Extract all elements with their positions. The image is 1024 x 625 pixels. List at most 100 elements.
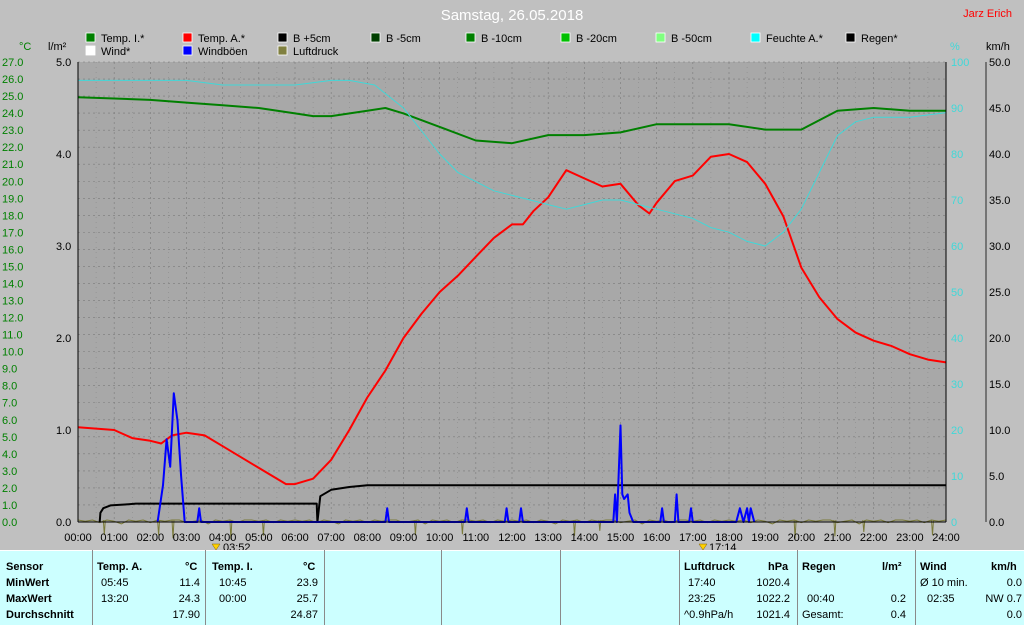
sunrise-time: 03:52 xyxy=(223,542,251,550)
temp-tick-label: 18.0 xyxy=(2,210,23,222)
statistics-table: Sensor MinWert MaxWert Durchschnitt Temp… xyxy=(0,550,1024,625)
legend-label: B -20cm xyxy=(576,33,617,45)
legend-label: Regen* xyxy=(861,33,898,45)
x-tick-label: 24:00 xyxy=(932,532,960,544)
temp-tick-label: 21.0 xyxy=(2,159,23,171)
x-tick-label: 03:00 xyxy=(173,532,201,544)
wind-tick-label: 30.0 xyxy=(989,241,1010,253)
wind-tick-label: 15.0 xyxy=(989,379,1010,391)
temp-tick-label: 9.0 xyxy=(2,364,17,376)
x-tick-label: 00:00 xyxy=(64,532,92,544)
x-tick-label: 08:00 xyxy=(354,532,382,544)
table-divider xyxy=(797,550,798,625)
table-divider xyxy=(205,550,206,625)
x-tick-label: 16:00 xyxy=(643,532,671,544)
x-tick-label: 13:00 xyxy=(534,532,562,544)
x-tick-label: 19:00 xyxy=(751,532,779,544)
pressure-header: Luftdruck xyxy=(684,561,735,573)
pressure-trend: ^0.9hPa/h xyxy=(684,609,734,621)
temp-tick-label: 2.0 xyxy=(2,483,17,495)
rain-total-label: Gesamt: xyxy=(802,609,844,621)
temp-i-min-value: 23.9 xyxy=(296,577,318,589)
rain-tick-label: 0.0 xyxy=(56,517,71,529)
axis-unit-temp: °C xyxy=(19,41,31,53)
table-divider xyxy=(324,550,325,625)
wind-tick-label: 45.0 xyxy=(989,103,1010,115)
table-divider xyxy=(915,550,916,625)
wind-unit: km/h xyxy=(991,561,1017,573)
x-tick-label: 10:00 xyxy=(426,532,454,544)
wind-tick-label: 10.0 xyxy=(989,425,1010,437)
rain-tick-label: 5.0 xyxy=(56,57,71,69)
pressure-unit: hPa xyxy=(768,561,789,573)
legend-swatch xyxy=(85,45,96,56)
wind-tick-label: 5.0 xyxy=(989,471,1004,483)
legend-label: Wind* xyxy=(101,46,131,58)
legend-swatch xyxy=(655,32,666,43)
temp-tick-label: 3.0 xyxy=(2,466,17,478)
temp-tick-label: 16.0 xyxy=(2,244,23,256)
author-label: Jarz Erich xyxy=(963,8,1012,20)
humidity-tick-label: 70 xyxy=(951,195,963,207)
wind-tick-label: 35.0 xyxy=(989,195,1010,207)
x-tick-label: 17:00 xyxy=(679,532,707,544)
pressure-max-time: 23:25 xyxy=(688,593,716,605)
rain-tick-label: 4.0 xyxy=(56,149,71,161)
temp-a-avg-value: 17.90 xyxy=(172,609,200,621)
table-divider xyxy=(679,550,680,625)
temp-tick-label: 27.0 xyxy=(2,57,23,69)
temp-tick-label: 7.0 xyxy=(2,398,17,410)
x-tick-label: 01:00 xyxy=(100,532,128,544)
temp-tick-label: 19.0 xyxy=(2,193,23,205)
sensor-header: Sensor xyxy=(6,561,44,573)
temp-tick-label: 23.0 xyxy=(2,125,23,137)
x-tick-label: 07:00 xyxy=(317,532,345,544)
temp-tick-label: 11.0 xyxy=(2,330,23,342)
legend-swatch xyxy=(845,32,856,43)
humidity-tick-label: 90 xyxy=(951,103,963,115)
temp-tick-label: 22.0 xyxy=(2,142,23,154)
sunset-time: 17:14 xyxy=(709,542,737,550)
wind-avg-value: 0.0 xyxy=(1006,609,1022,621)
table-top-border xyxy=(0,550,1024,551)
legend-swatch xyxy=(85,32,96,43)
x-tick-label: 22:00 xyxy=(860,532,888,544)
x-tick-label: 21:00 xyxy=(824,532,852,544)
legend-swatch xyxy=(370,32,381,43)
wind-max-time: 02:35 xyxy=(927,593,955,605)
x-tick-label: 12:00 xyxy=(498,532,526,544)
x-tick-label: 14:00 xyxy=(571,532,599,544)
wind-header: Wind xyxy=(920,561,947,573)
rain-unit: l/m² xyxy=(882,561,902,573)
temp-tick-label: 4.0 xyxy=(2,449,17,461)
legend-swatch xyxy=(750,32,761,43)
wind-avg10-label: Ø 10 min. xyxy=(920,577,968,589)
humidity-tick-label: 0 xyxy=(951,517,957,529)
legend-label: B -50cm xyxy=(671,33,712,45)
rain-tick-label: 3.0 xyxy=(56,241,71,253)
temp-tick-label: 25.0 xyxy=(2,91,23,103)
legend-label: Luftdruck xyxy=(293,46,339,58)
temp-tick-label: 14.0 xyxy=(2,278,23,290)
wind-tick-label: 25.0 xyxy=(989,287,1010,299)
rain-header: Regen xyxy=(802,561,836,573)
x-tick-label: 06:00 xyxy=(281,532,309,544)
humidity-tick-label: 50 xyxy=(951,287,963,299)
pressure-min-value: 1020.4 xyxy=(756,577,790,589)
humidity-tick-label: 20 xyxy=(951,425,963,437)
axis-unit-humidity: % xyxy=(950,41,960,53)
humidity-tick-label: 60 xyxy=(951,241,963,253)
legend-swatch xyxy=(277,45,288,56)
temp-i-min-time: 10:45 xyxy=(219,577,247,589)
table-divider xyxy=(92,550,93,625)
table-divider xyxy=(560,550,561,625)
pressure-avg-value: 1021.4 xyxy=(756,609,790,621)
legend-label: Feuchte A.* xyxy=(766,33,824,45)
legend-label: B -10cm xyxy=(481,33,522,45)
humidity-tick-label: 80 xyxy=(951,149,963,161)
temp-tick-label: 0.0 xyxy=(2,517,17,529)
legend-label: Temp. I.* xyxy=(101,33,145,45)
temp-a-max-value: 24.3 xyxy=(178,593,200,605)
temp-tick-label: 10.0 xyxy=(2,347,23,359)
temp-a-header: Temp. A. xyxy=(97,561,143,573)
